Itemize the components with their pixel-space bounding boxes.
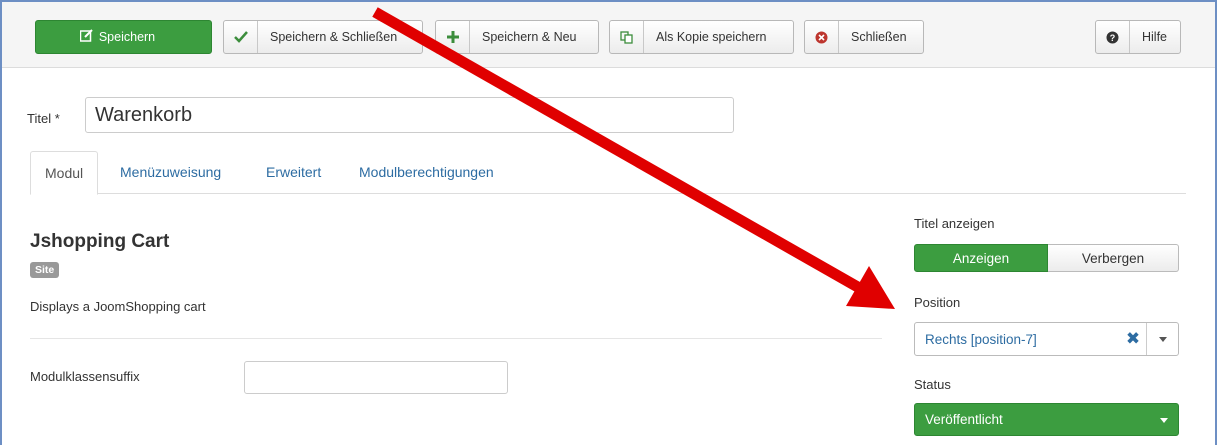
- divider: [30, 338, 882, 339]
- close-button[interactable]: Schließen: [804, 20, 924, 54]
- site-badge: Site: [30, 262, 60, 278]
- status-select[interactable]: Veröffentlicht: [914, 403, 1179, 436]
- position-value: Rechts [position-7]: [925, 331, 1037, 347]
- status-label: Status: [914, 377, 951, 392]
- position-label: Position: [914, 295, 961, 310]
- chevron-down-icon[interactable]: [1146, 323, 1178, 355]
- show-title-label: Titel anzeigen: [914, 216, 995, 231]
- suffix-label: Modulklassensuffix: [30, 369, 140, 384]
- save-new-button[interactable]: Speichern & Neu: [435, 20, 599, 54]
- show-option-button[interactable]: Anzeigen: [914, 244, 1048, 272]
- edit-icon: [79, 29, 93, 45]
- help-button[interactable]: ? Hilfe: [1095, 20, 1181, 54]
- plus-icon: [436, 21, 470, 53]
- tab-erweitert[interactable]: Erweitert: [252, 151, 335, 194]
- svg-text:?: ?: [1110, 33, 1116, 43]
- status-value: Veröffentlicht: [925, 412, 1003, 427]
- tab-menuezuweisung[interactable]: Menüzuweisung: [106, 151, 235, 194]
- suffix-input[interactable]: [244, 361, 508, 394]
- chevron-down-icon: [1160, 418, 1168, 423]
- close-circle-icon: [805, 21, 839, 53]
- check-icon: [224, 21, 258, 53]
- position-select[interactable]: Rechts [position-7] ✖: [914, 322, 1179, 356]
- show-title-toggle: Anzeigen Verbergen: [914, 244, 1179, 272]
- clear-icon[interactable]: ✖: [1120, 329, 1146, 349]
- question-icon: ?: [1096, 21, 1130, 53]
- tab-modul[interactable]: Modul: [30, 151, 99, 195]
- save-copy-button[interactable]: Als Kopie speichern: [609, 20, 794, 54]
- hide-option-button[interactable]: Verbergen: [1048, 244, 1179, 272]
- module-name: Jshopping Cart: [30, 231, 170, 252]
- title-label: Titel *: [27, 111, 60, 126]
- copy-icon: [610, 21, 644, 53]
- title-input[interactable]: Warenkorb: [85, 97, 734, 133]
- save-button[interactable]: Speichern: [35, 20, 212, 54]
- save-close-button[interactable]: Speichern & Schließen: [223, 20, 423, 54]
- toolbar: Speichern Speichern & Schließen Speicher…: [2, 2, 1215, 68]
- tab-modulberechtigungen[interactable]: Modulberechtigungen: [345, 151, 508, 194]
- module-description: Displays a JoomShopping cart: [30, 299, 206, 314]
- module-edit-form: Titel * Warenkorb Modul Menüzuweisung Er…: [2, 69, 1215, 445]
- tab-bar: Modul Menüzuweisung Erweitert Modulberec…: [30, 151, 1186, 195]
